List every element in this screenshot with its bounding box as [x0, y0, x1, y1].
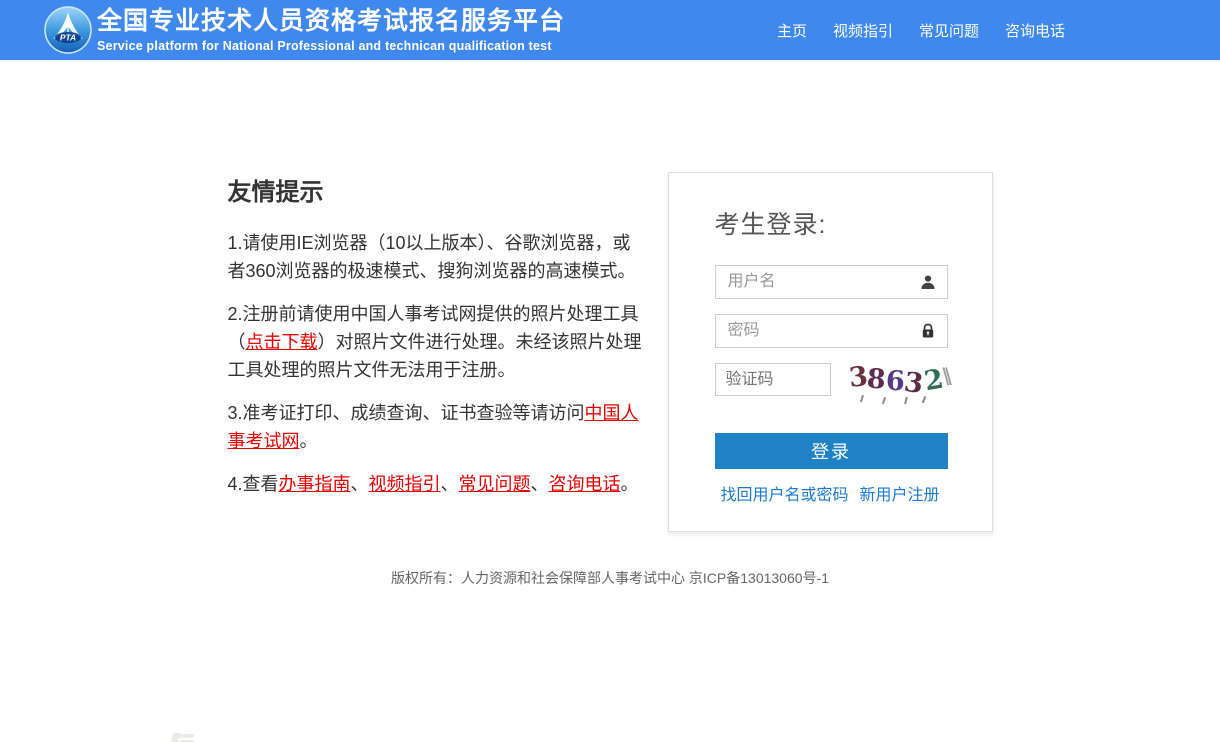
- pta-logo-icon: PTA: [44, 6, 92, 54]
- username-field-wrap: [715, 265, 946, 299]
- site-title: 全国专业技术人员资格考试报名服务平台: [97, 7, 565, 36]
- captcha-image[interactable]: 3 8 6 3 2 \\: [849, 363, 948, 403]
- page-footer: 版权所有：人力资源和社会保障部人事考试中心 京ICP备13013060号-1: [0, 568, 1220, 588]
- captcha-digit: 3: [902, 369, 924, 398]
- captcha-noise-tick: [921, 396, 925, 403]
- nav-video-guide[interactable]: 视频指引: [833, 20, 893, 41]
- tip-2: 2.注册前请使用中国人事考试网提供的照片处理工具（点击下载）对照片文件进行处理。…: [228, 300, 648, 384]
- login-heading: 考生登录:: [715, 205, 946, 241]
- register-link[interactable]: 新用户注册: [859, 481, 939, 505]
- nav-faq[interactable]: 常见问题: [919, 20, 979, 41]
- tip-3: 3.准考证打印、成绩查询、证书查验等请访问中国人事考试网。: [228, 399, 648, 455]
- forgot-credentials-link[interactable]: 找回用户名或密码: [721, 481, 849, 505]
- captcha-noise-tick: [859, 395, 863, 402]
- password-input[interactable]: [715, 314, 948, 348]
- tip-4: 4.查看办事指南、视频指引、常见问题、咨询电话。: [228, 470, 648, 498]
- phone-link[interactable]: 咨询电话: [549, 474, 621, 494]
- faq-link[interactable]: 常见问题: [459, 474, 531, 494]
- password-field-wrap: [715, 314, 946, 348]
- download-photo-tool-link[interactable]: 点击下载: [246, 332, 318, 352]
- nav-phone[interactable]: 咨询电话: [1005, 20, 1065, 41]
- service-guide-link[interactable]: 办事指南: [279, 474, 351, 494]
- top-nav: 主页 视频指引 常见问题 咨询电话: [777, 20, 1065, 41]
- captcha-noise-tick: [881, 397, 885, 404]
- user-icon: [920, 274, 936, 290]
- friendly-tips-section: 友情提示 1.请使用IE浏览器（10以上版本）、谷歌浏览器，或者360浏览器的极…: [228, 172, 648, 532]
- tips-heading: 友情提示: [228, 172, 648, 207]
- tip-1-text: 1.请使用IE浏览器（10以上版本）、谷歌浏览器，或者360浏览器的极速模式、搜…: [228, 233, 636, 281]
- main-content: 友情提示 1.请使用IE浏览器（10以上版本）、谷歌浏览器，或者360浏览器的极…: [228, 172, 993, 532]
- captcha-row: 3 8 6 3 2 \\: [715, 363, 946, 403]
- tip-4-text-pre: 4.查看: [228, 474, 279, 494]
- tip-4-sep-1: 、: [351, 474, 369, 494]
- video-guide-link[interactable]: 视频指引: [369, 474, 441, 494]
- tip-4-sep-2: 、: [441, 474, 459, 494]
- captcha-input[interactable]: [715, 363, 831, 396]
- tip-1: 1.请使用IE浏览器（10以上版本）、谷歌浏览器，或者360浏览器的极速模式、搜…: [228, 229, 648, 285]
- captcha-noise-marks: \\: [942, 366, 947, 390]
- copyright-text: 版权所有：人力资源和社会保障部人事考试中心 京ICP备13013060号-1: [391, 570, 829, 586]
- login-card: 考生登录:: [668, 172, 993, 532]
- site-title-block: 全国专业技术人员资格考试报名服务平台 Service platform for …: [97, 7, 565, 54]
- top-header: PTA 全国专业技术人员资格考试报名服务平台 Service platform …: [0, 0, 1220, 60]
- pta-logo-text: PTA: [60, 33, 76, 43]
- nav-home[interactable]: 主页: [777, 20, 807, 41]
- tip-4-text-post: 。: [621, 474, 639, 494]
- username-input[interactable]: [715, 265, 948, 299]
- partial-clipped-icon: [172, 732, 196, 742]
- tip-3-text-post: 。: [300, 431, 318, 451]
- login-links-row: 找回用户名或密码 新用户注册: [715, 481, 946, 505]
- pta-logo[interactable]: PTA: [44, 6, 92, 54]
- login-button[interactable]: 登录: [715, 433, 948, 469]
- captcha-noise-tick: [904, 397, 907, 404]
- lock-icon: [920, 323, 936, 339]
- tip-4-sep-3: 、: [531, 474, 549, 494]
- captcha-digit: 8: [866, 365, 887, 393]
- site-subtitle: Service platform for National Profession…: [97, 39, 565, 53]
- tip-3-text-pre: 3.准考证打印、成绩查询、证书查验等请访问: [228, 403, 585, 423]
